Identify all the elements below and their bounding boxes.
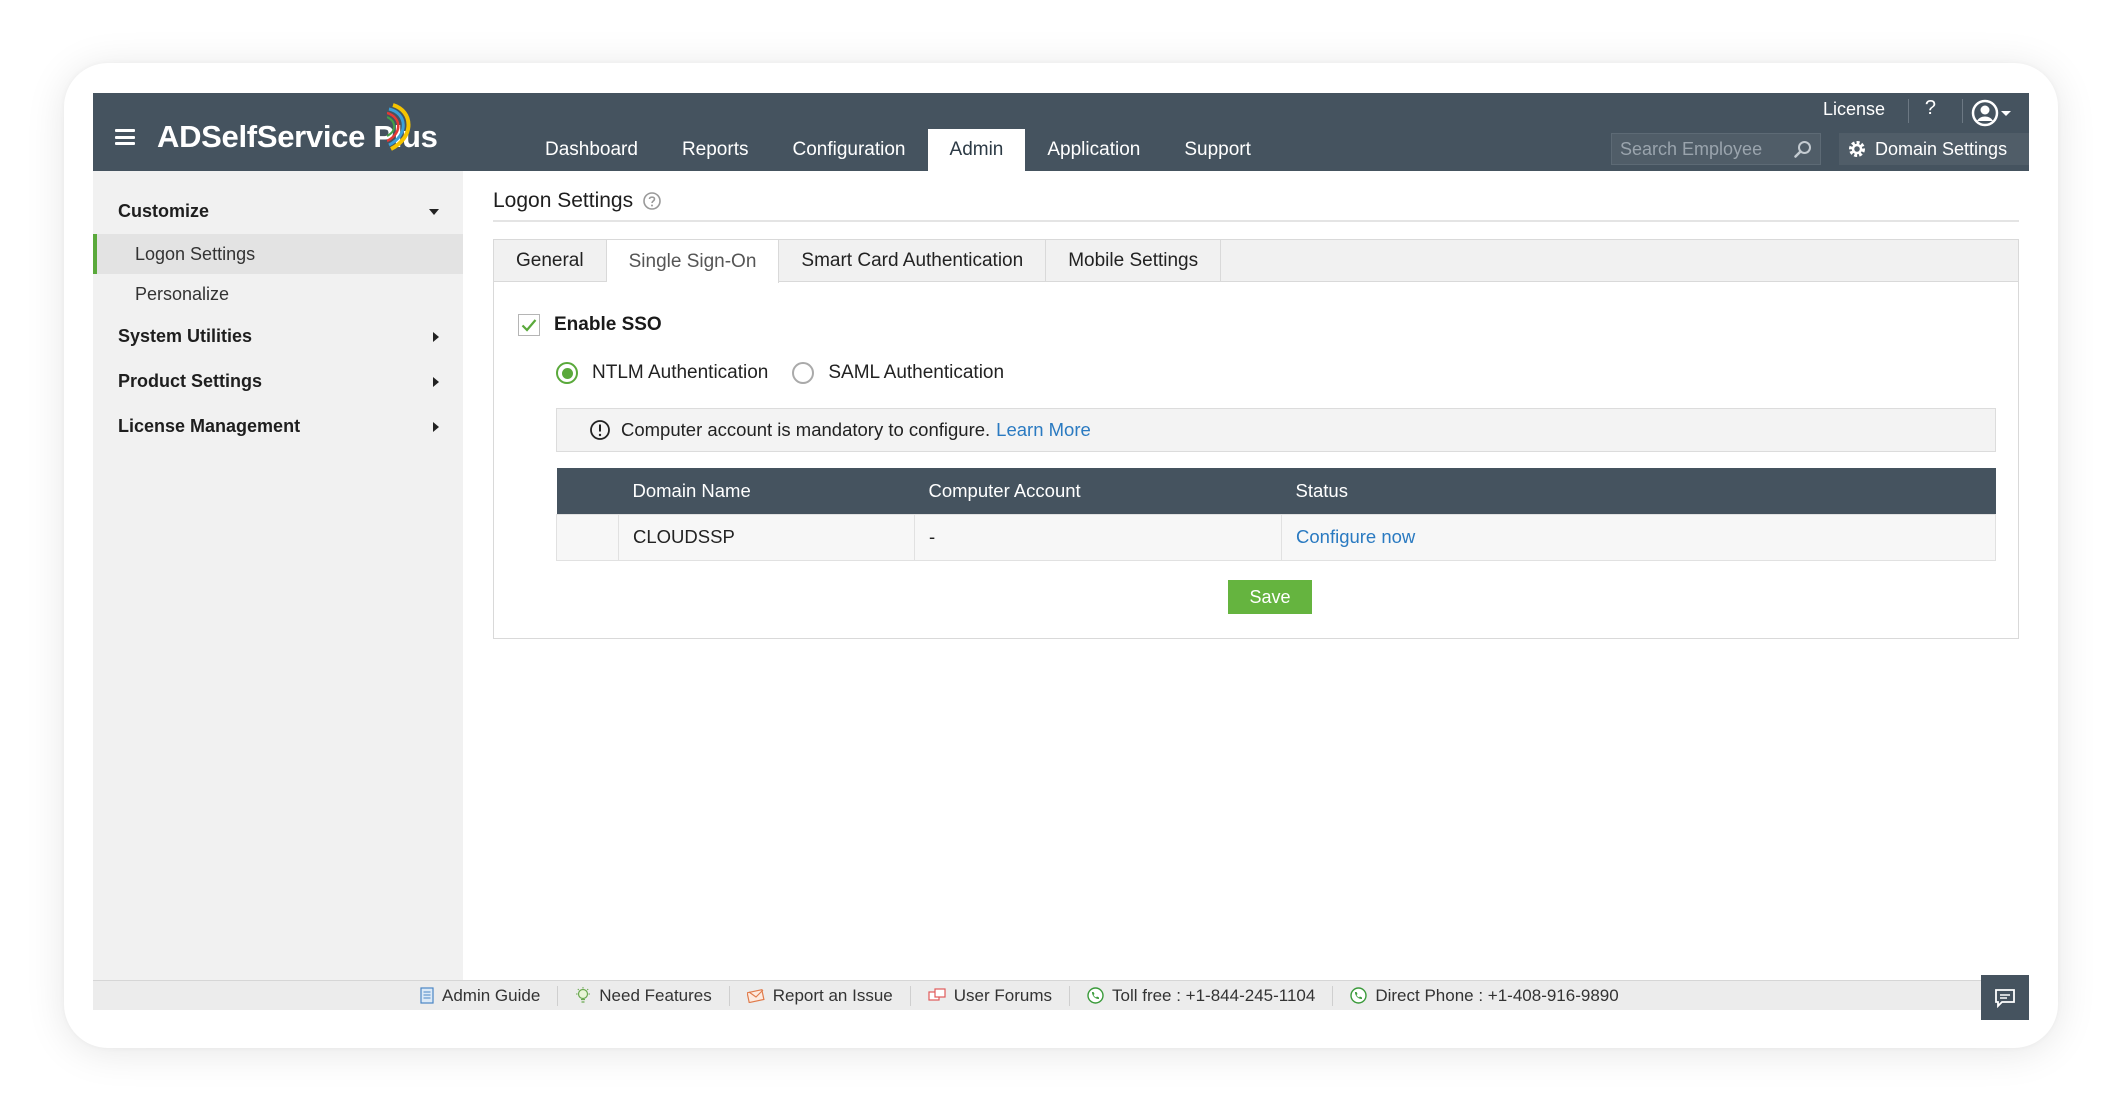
footer-user-forums[interactable]: User Forums	[911, 985, 1070, 1006]
help-link[interactable]: ?	[1925, 97, 1936, 120]
caret-right-icon	[433, 376, 439, 387]
footer-label: Need Features	[599, 985, 712, 1005]
learn-more-link[interactable]: Learn More	[996, 419, 1091, 441]
envelope-icon	[746, 988, 765, 1003]
footer-label: Admin Guide	[442, 985, 541, 1005]
chat-icon	[1995, 988, 2015, 1008]
ntlm-auth-radio[interactable]	[556, 362, 578, 384]
sidebar-group-product-settings[interactable]: Product Settings	[93, 359, 463, 404]
domain-table: Domain Name Computer Account Status CLOU…	[556, 468, 1996, 561]
domain-settings-button[interactable]: Domain Settings	[1839, 133, 2029, 165]
table-row: CLOUDSSP - Configure now	[556, 513, 1996, 561]
phone-icon	[1350, 987, 1368, 1004]
footer-label: Direct Phone : +1-408-916-9890	[1375, 985, 1619, 1005]
document-icon	[420, 987, 434, 1004]
header-divider	[1962, 99, 1963, 123]
sidebar-group-label: License Management	[118, 416, 301, 436]
table-cell-status: Configure now	[1281, 513, 1996, 561]
chat-bubbles-icon	[928, 987, 946, 1001]
user-avatar-icon[interactable]	[1971, 99, 2011, 127]
configure-now-link[interactable]: Configure now	[1296, 526, 1415, 547]
domain-settings-label: Domain Settings	[1875, 138, 2008, 159]
top-bar: ADSelfService Plus Dashboard Reports Con…	[93, 93, 2029, 171]
footer-label: Report an Issue	[772, 985, 893, 1005]
auth-type-options: NTLM Authentication SAML Authentication	[556, 362, 1028, 384]
sidebar-group-label: Product Settings	[118, 371, 263, 391]
tab-smart-card-authentication[interactable]: Smart Card Authentication	[779, 240, 1047, 282]
enable-sso-row: Enable SSO	[518, 314, 662, 336]
enable-sso-label: Enable SSO	[554, 314, 662, 335]
sidebar-group-label: System Utilities	[118, 326, 253, 346]
footer-admin-guide[interactable]: Admin Guide	[403, 985, 559, 1006]
tab-single-sign-on[interactable]: Single Sign-On	[606, 240, 780, 283]
nav-tab-configuration[interactable]: Configuration	[770, 129, 927, 171]
sidebar-group-license-management[interactable]: License Management	[93, 404, 463, 449]
header-divider	[1908, 99, 1909, 123]
brand-swoosh-icon	[387, 103, 411, 151]
footer-bar: Admin Guide Need Features Report an Issu…	[93, 980, 2029, 1010]
footer-direct-phone: Direct Phone : +1-408-916-9890	[1333, 986, 1635, 1006]
info-notice: Computer account is mandatory to configu…	[556, 408, 1996, 452]
footer-toll-free: Toll free : +1-844-245-1104	[1070, 985, 1334, 1006]
help-circle-icon[interactable]	[642, 191, 662, 211]
caret-right-icon	[433, 421, 439, 432]
main-nav: Dashboard Reports Configuration Admin Ap…	[523, 129, 1273, 171]
tab-mobile-settings[interactable]: Mobile Settings	[1046, 240, 1222, 282]
table-cell-account: -	[914, 513, 1282, 561]
sidebar-item-logon-settings[interactable]: Logon Settings	[93, 234, 463, 274]
saml-auth-radio[interactable]	[792, 362, 815, 384]
app-window: ADSelfService Plus Dashboard Reports Con…	[93, 93, 2029, 1020]
ntlm-auth-label: NTLM Authentication	[592, 362, 769, 383]
nav-tab-reports[interactable]: Reports	[660, 129, 771, 171]
page-title-text: Logon Settings	[493, 189, 634, 212]
saml-auth-label: SAML Authentication	[828, 362, 1005, 383]
caret-down-icon	[429, 208, 439, 215]
search-icon[interactable]	[1794, 140, 1812, 158]
sidebar-group-label: Customize	[118, 201, 210, 221]
nav-tab-support[interactable]: Support	[1162, 129, 1273, 171]
enable-sso-checkbox[interactable]	[518, 314, 540, 336]
table-header-status: Status	[1281, 468, 1996, 514]
footer-report-issue[interactable]: Report an Issue	[730, 985, 911, 1006]
settings-panel: General Single Sign-On Smart Card Authen…	[493, 239, 2019, 639]
table-header-blank	[556, 468, 619, 514]
lightbulb-icon	[576, 987, 591, 1003]
checkmark-icon	[521, 319, 537, 332]
table-header-domain-name: Domain Name	[618, 468, 915, 514]
chat-button[interactable]	[1981, 975, 2029, 1020]
nav-tab-admin[interactable]: Admin	[927, 129, 1026, 171]
footer-label: Toll free : +1-844-245-1104	[1111, 985, 1316, 1005]
tab-general[interactable]: General	[494, 240, 607, 282]
hamburger-menu-icon[interactable]	[115, 129, 135, 145]
table-header-computer-account: Computer Account	[914, 468, 1282, 514]
footer-label: User Forums	[953, 985, 1052, 1005]
save-button[interactable]: Save	[1228, 580, 1312, 614]
title-divider	[493, 220, 2019, 222]
sidebar-group-system-utilities[interactable]: System Utilities	[93, 314, 463, 359]
caret-right-icon	[433, 331, 439, 342]
nav-tab-dashboard[interactable]: Dashboard	[523, 129, 660, 171]
phone-icon	[1087, 987, 1104, 1004]
warning-circle-icon	[590, 420, 610, 440]
table-header-row: Domain Name Computer Account Status	[556, 468, 1996, 514]
page-title: Logon Settings	[493, 189, 662, 213]
gear-icon	[1849, 141, 1865, 157]
notice-text: Computer account is mandatory to configu…	[621, 419, 991, 440]
sidebar-item-personalize[interactable]: Personalize	[93, 274, 463, 314]
search-employee-box	[1611, 133, 1821, 165]
settings-tabs: General Single Sign-On Smart Card Authen…	[494, 240, 2018, 283]
table-cell-domain: CLOUDSSP	[618, 513, 915, 561]
sidebar: Customize Logon Settings Personalize Sys…	[93, 171, 463, 980]
table-cell-blank	[556, 513, 619, 561]
sidebar-group-customize[interactable]: Customize	[93, 189, 463, 234]
nav-tab-application[interactable]: Application	[1025, 129, 1162, 171]
search-employee-input[interactable]	[1620, 136, 1790, 162]
license-link[interactable]: License	[1823, 99, 1885, 120]
footer-need-features[interactable]: Need Features	[558, 985, 730, 1006]
